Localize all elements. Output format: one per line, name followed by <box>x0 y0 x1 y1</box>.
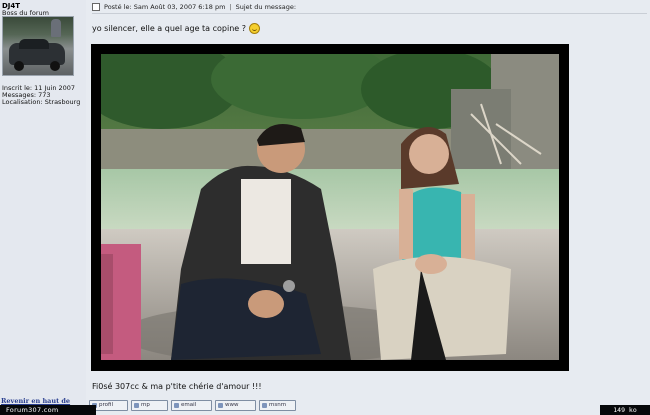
author-avatar <box>2 16 74 76</box>
message-text-line-2: Fi0sé 307cc & ma p'tite chérie d'amour !… <box>92 382 262 391</box>
avatar-car-window <box>19 39 49 49</box>
post-date: Posté le: Sam Août 03, 2007 6:18 pm <box>104 3 226 11</box>
avatar-car-wheel <box>50 61 60 71</box>
msn-icon <box>262 403 267 408</box>
post-action-buttons: profil mp email www msnm <box>89 400 296 411</box>
post-subject-label: Sujet du message: <box>235 3 297 11</box>
email-icon <box>174 403 179 408</box>
author-column: DJ4T Boss du forum Inscrit le: 11 Juin 2… <box>0 0 86 415</box>
message-text: yo silencer, elle a quel age ta copine ? <box>92 24 246 33</box>
header-divider <box>92 13 647 14</box>
header-separator: | <box>229 3 232 11</box>
message-text-line-1: yo silencer, elle a quel age ta copine ? <box>92 23 260 34</box>
avatar-person-figure <box>51 19 61 37</box>
msn-button-label: msnm <box>269 402 287 408</box>
msn-button[interactable]: msnm <box>259 400 296 411</box>
site-banner: Forum307.com <box>0 405 96 415</box>
private-message-button[interactable]: mp <box>131 400 168 411</box>
back-to-top-link[interactable]: Revenir en haut de <box>1 397 70 405</box>
post-header: Posté le: Sam Août 03, 2007 6:18 pm | Su… <box>92 3 296 11</box>
profile-button-label: profil <box>99 402 113 408</box>
avatar-car-wheel <box>14 61 24 71</box>
email-button-label: email <box>181 402 197 408</box>
laughing-smiley-icon <box>249 23 260 34</box>
private-message-icon <box>134 403 139 408</box>
website-button-label: www <box>225 402 239 408</box>
post-icon[interactable] <box>92 3 100 11</box>
post-photo <box>91 44 569 371</box>
private-message-button-label: mp <box>141 402 150 408</box>
author-location: Localisation: Strasbourg <box>2 98 81 106</box>
website-button[interactable]: www <box>215 400 256 411</box>
globe-icon <box>218 403 223 408</box>
page-size-indicator: 149 ko <box>600 405 650 415</box>
couple-river-photo <box>101 54 559 360</box>
email-button[interactable]: email <box>171 400 212 411</box>
